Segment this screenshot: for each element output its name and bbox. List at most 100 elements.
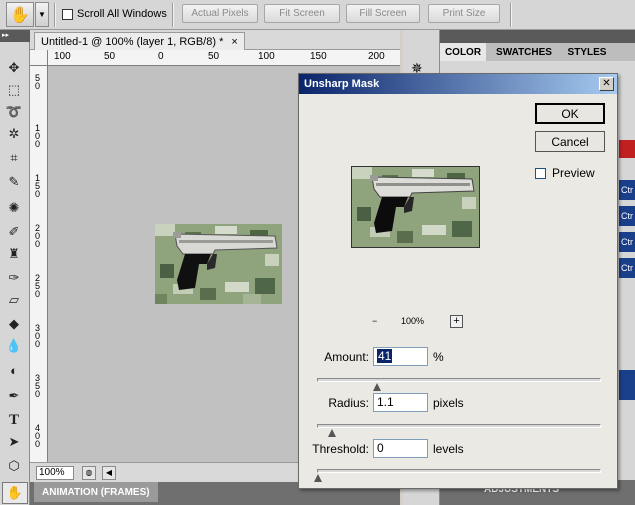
magic-wand-icon[interactable]: ✲: [3, 124, 25, 144]
eraser-icon[interactable]: ▱: [3, 290, 25, 310]
crop-icon[interactable]: ⌗: [3, 148, 25, 168]
radius-label: Radius:: [328, 396, 369, 410]
chevron-down-icon: ▼: [38, 10, 46, 19]
dodge-icon[interactable]: ◐: [3, 360, 25, 380]
ruler-tick-label: 250: [35, 273, 41, 299]
status-info-icon[interactable]: ◍: [82, 466, 96, 480]
amount-value: 41: [377, 349, 393, 363]
tab-swatches[interactable]: SWATCHES: [488, 43, 560, 61]
options-bar: ✋ ▼ Scroll All Windows Actual Pixels Fit…: [0, 0, 635, 30]
filter-preview[interactable]: [351, 166, 480, 248]
pistol-graphic: [173, 232, 278, 290]
threshold-slider-thumb[interactable]: [314, 474, 322, 482]
preview-label: Preview: [552, 166, 595, 180]
history-brush-icon[interactable]: ✑: [3, 268, 25, 288]
stamp-icon[interactable]: ♜: [3, 244, 25, 264]
hand-tool-button[interactable]: ✋: [2, 482, 28, 504]
horizontal-ruler[interactable]: 100 50 0 50 100 150 200: [48, 50, 400, 66]
ruler-tick-label: 0: [158, 51, 164, 62]
vertical-ruler[interactable]: 50 100 150 200 250 300 350 400: [30, 66, 48, 470]
scroll-all-windows-label: Scroll All Windows: [77, 8, 167, 20]
blur-icon[interactable]: 💧: [3, 336, 25, 356]
actual-pixels-button[interactable]: Actual Pixels: [182, 4, 258, 23]
move-icon[interactable]: ✥: [3, 58, 25, 78]
threshold-slider[interactable]: [314, 469, 601, 482]
hand-icon: ✋: [10, 6, 30, 24]
ruler-tick-label: 350: [35, 373, 41, 399]
ruler-tick-label: 100: [54, 51, 71, 62]
fill-screen-button[interactable]: Fill Screen: [346, 4, 420, 23]
ruler-tick-label: 200: [368, 51, 385, 62]
path-select-icon[interactable]: ➤: [3, 432, 25, 452]
ruler-tick-label: 50: [104, 51, 116, 62]
animation-panel-tab[interactable]: ANIMATION (FRAMES): [34, 482, 158, 502]
panel-tabs: COLOR SWATCHES STYLES: [440, 43, 635, 61]
threshold-unit: levels: [433, 442, 464, 456]
separator: [172, 3, 174, 27]
hand-icon: ✋: [6, 485, 24, 500]
scroll-all-windows-checkbox[interactable]: Scroll All Windows: [62, 8, 167, 20]
radius-input[interactable]: 1.1: [373, 393, 428, 412]
preview-checkbox-box[interactable]: [535, 167, 546, 179]
lasso-icon[interactable]: ➰: [3, 102, 25, 122]
document-tab[interactable]: Untitled-1 @ 100% (layer 1, RGB/8) * ×: [34, 32, 245, 50]
document-title: Untitled-1 @ 100% (layer 1, RGB/8) *: [41, 35, 224, 48]
tool-preset-picker[interactable]: ✋: [6, 2, 34, 27]
tools-panel-grip[interactable]: ▸▸: [0, 30, 30, 42]
red-swatch: [619, 140, 635, 158]
amount-label: Amount:: [324, 350, 369, 364]
radius-slider-thumb[interactable]: [328, 429, 337, 437]
brush-icon[interactable]: ✐: [3, 222, 25, 242]
ok-button[interactable]: OK: [535, 103, 605, 124]
zoom-out-button[interactable]: −: [372, 316, 377, 326]
threshold-input[interactable]: 0: [373, 439, 428, 458]
close-icon[interactable]: ×: [231, 36, 237, 48]
tools-panel: ▸▸ ✥ ⬚ ➰ ✲ ⌗ ✎ ✺ ✐ ♜ ✑ ▱ ◆ 💧 ◐ ✒ T ➤ ⬡: [0, 30, 30, 505]
preview-image: [352, 167, 479, 247]
marquee-icon[interactable]: ⬚: [3, 80, 25, 100]
preview-checkbox[interactable]: Preview: [535, 166, 595, 180]
eyedropper-icon[interactable]: ✎: [3, 172, 25, 192]
preview-zoom-level: 100%: [401, 316, 425, 326]
threshold-label: Threshold:: [312, 442, 369, 456]
bucket-icon[interactable]: ◆: [3, 314, 25, 334]
amount-slider[interactable]: [317, 378, 601, 391]
document-image: [155, 224, 282, 304]
ruler-tick-label: 400: [35, 423, 41, 449]
cancel-button[interactable]: Cancel: [535, 131, 605, 152]
pen-icon[interactable]: ✒: [3, 386, 25, 406]
zoom-level-field[interactable]: 100%: [36, 466, 74, 480]
zoom-in-button[interactable]: +: [450, 315, 463, 328]
tab-styles[interactable]: STYLES: [562, 43, 612, 61]
ruler-tick-label: 150: [35, 173, 41, 199]
layer-row-selected[interactable]: [619, 370, 635, 400]
radius-slider[interactable]: [317, 424, 601, 437]
close-icon[interactable]: ✕: [599, 77, 614, 91]
ruler-origin[interactable]: [30, 50, 48, 66]
ruler-tick-label: 200: [35, 223, 41, 249]
radius-unit: pixels: [433, 396, 464, 410]
shape-icon[interactable]: ⬡: [3, 456, 25, 476]
amount-slider-thumb[interactable]: [373, 383, 382, 391]
action-item[interactable]: Ctr: [619, 232, 635, 252]
fit-screen-button[interactable]: Fit Screen: [264, 4, 340, 23]
type-icon[interactable]: T: [3, 410, 25, 430]
heal-icon[interactable]: ✺: [3, 198, 25, 218]
checkbox-box[interactable]: [62, 8, 73, 20]
scroll-left-icon[interactable]: ◀: [102, 466, 116, 480]
ruler-tick-label: 300: [35, 323, 41, 349]
separator: [510, 3, 512, 27]
ruler-tick-label: 100: [258, 51, 275, 62]
tool-preset-dropdown[interactable]: ▼: [35, 2, 49, 27]
unsharp-mask-dialog: Unsharp Mask ✕ OK Cancel Preview − 100% …: [298, 73, 618, 489]
print-size-button[interactable]: Print Size: [428, 4, 500, 23]
amount-input[interactable]: 41: [373, 347, 428, 366]
action-item[interactable]: Ctr: [619, 258, 635, 278]
action-item[interactable]: Ctr: [619, 206, 635, 226]
ruler-tick-label: 100: [35, 123, 41, 149]
amount-unit: %: [433, 350, 444, 364]
tab-color[interactable]: COLOR: [440, 43, 486, 61]
dialog-title: Unsharp Mask: [299, 74, 617, 94]
action-item[interactable]: Ctr: [619, 180, 635, 200]
separator: [54, 3, 56, 27]
